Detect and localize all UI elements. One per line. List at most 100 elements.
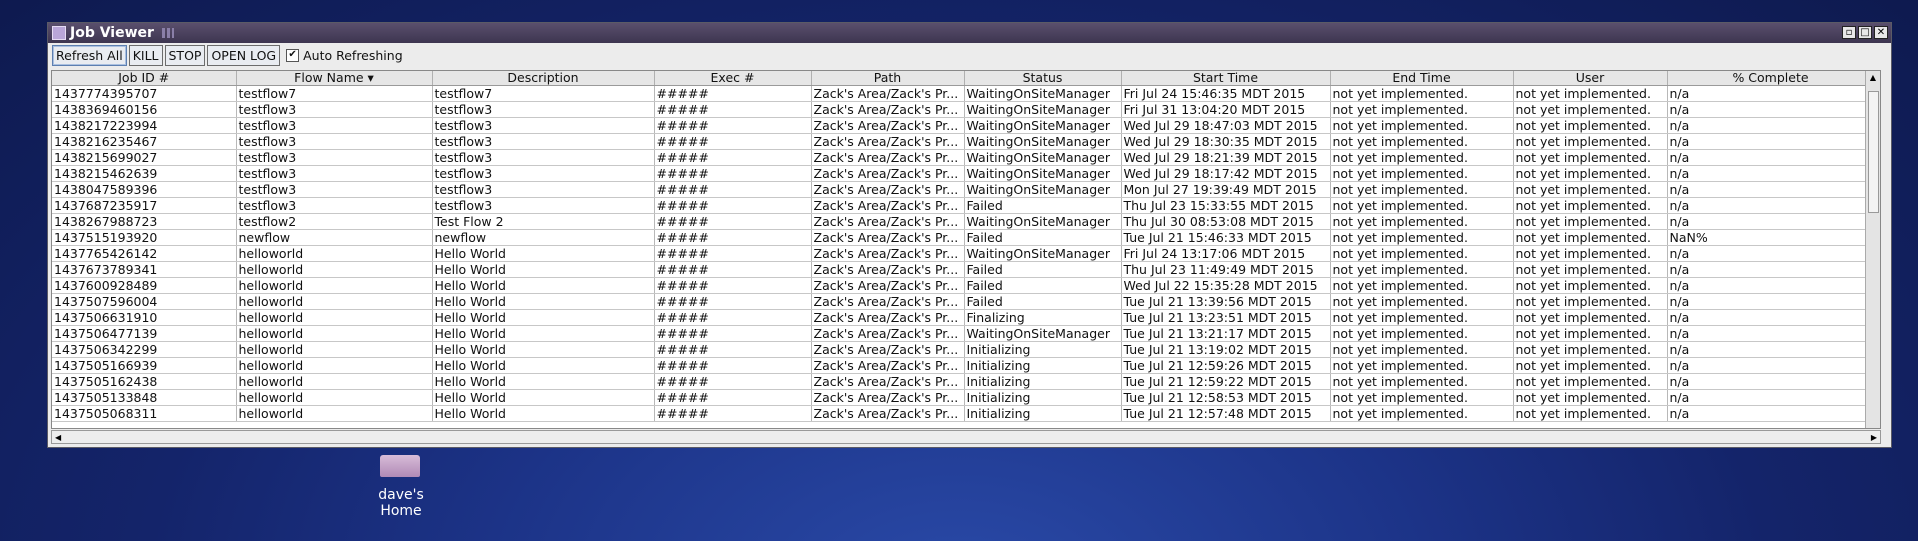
title-bar[interactable]: Job Viewer ▫ □ ✕ [48, 23, 1891, 43]
column-header[interactable]: Job ID # [52, 71, 237, 86]
table-row[interactable]: 1438216235467 testflow3 testflow3 ##### Zack… [52, 133, 1875, 150]
table-cell: not yet implemented. [1330, 149, 1514, 166]
table-cell: not yet implemented. [1330, 341, 1514, 358]
table-cell: Mon Jul 27 19:39:49 MDT 2015 [1121, 181, 1331, 198]
column-header[interactable]: End Time [1330, 71, 1514, 86]
table-cell: testflow3 [432, 181, 655, 198]
table-cell: ##### [654, 213, 812, 230]
table-cell: not yet implemented. [1513, 357, 1668, 374]
table-cell: Zack's Area/Zack's Pr... [811, 197, 965, 214]
table-row[interactable]: 1437507596004 helloworld Hello World ##### Z… [52, 293, 1875, 310]
table-cell: testflow2 [236, 213, 433, 230]
scroll-right-icon[interactable]: ▶ [1871, 433, 1877, 442]
column-header[interactable]: % Complete [1667, 71, 1875, 86]
scroll-up-icon[interactable]: ▲ [1866, 71, 1880, 85]
table-cell: Wed Jul 29 18:17:42 MDT 2015 [1121, 165, 1331, 182]
table-cell: Failed [964, 197, 1122, 214]
table-cell: testflow3 [236, 197, 433, 214]
table-row[interactable]: 1438047589396 testflow3 testflow3 ##### Zack… [52, 181, 1875, 198]
home-folder-icon[interactable] [380, 455, 420, 477]
home-folder-label[interactable]: dave's Home [356, 487, 446, 519]
table-cell: Failed [964, 293, 1122, 310]
table-row[interactable]: 1437505133848 helloworld Hello World ##### Z… [52, 389, 1875, 406]
column-header[interactable]: Status [964, 71, 1122, 86]
table-cell: newflow [432, 229, 655, 246]
table-cell: not yet implemented. [1330, 389, 1514, 406]
kill-button[interactable]: KILL [128, 44, 163, 66]
table-cell: Zack's Area/Zack's Pr... [811, 101, 965, 118]
table-cell: testflow3 [236, 117, 433, 134]
table-cell: testflow3 [236, 101, 433, 118]
table-row[interactable]: 1437505166939 helloworld Hello World ##### Z… [52, 357, 1875, 374]
table-cell: testflow3 [432, 165, 655, 182]
table-row[interactable]: 1437687235917 testflow3 testflow3 ##### Zack… [52, 197, 1875, 214]
table-row[interactable]: 1437673789341 helloworld Hello World ##### Z… [52, 261, 1875, 278]
jobs-table-container: Job ID # Flow Name ▾ Description Exec # Path… [51, 70, 1881, 429]
minimize-button[interactable]: ▫ [1842, 26, 1856, 39]
table-cell: WaitingOnSiteManager [964, 165, 1122, 182]
table-cell: WaitingOnSiteManager [964, 181, 1122, 198]
auto-refreshing-checkbox[interactable]: ✔ Auto Refreshing [286, 48, 403, 63]
table-cell: Zack's Area/Zack's Pr... [811, 133, 965, 150]
table-cell: Hello World [432, 341, 655, 358]
column-header[interactable]: Flow Name ▾ [236, 71, 433, 86]
maximize-button[interactable]: □ [1858, 26, 1872, 39]
table-row[interactable]: 1438369460156 testflow3 testflow3 ##### Zack… [52, 101, 1875, 118]
table-row[interactable]: 1437774395707 testflow7 testflow7 ##### Zack… [52, 85, 1875, 102]
column-header[interactable]: Description [432, 71, 655, 86]
table-cell: helloworld [236, 373, 433, 390]
table-cell: WaitingOnSiteManager [964, 213, 1122, 230]
table-row[interactable]: 1437765426142 helloworld Hello World ##### Z… [52, 245, 1875, 262]
column-header[interactable]: Start Time [1121, 71, 1331, 86]
table-cell: helloworld [236, 245, 433, 262]
table-cell: not yet implemented. [1330, 357, 1514, 374]
table-cell: not yet implemented. [1330, 213, 1514, 230]
table-cell: testflow3 [236, 181, 433, 198]
table-row[interactable]: 1438217223994 testflow3 testflow3 ##### Zack… [52, 117, 1875, 134]
table-cell: 1438267988723 [52, 213, 237, 230]
table-row[interactable]: 1437506342299 helloworld Hello World ##### Z… [52, 341, 1875, 358]
table-row[interactable]: 1438215699027 testflow3 testflow3 ##### Zack… [52, 149, 1875, 166]
table-cell: Wed Jul 22 15:35:28 MDT 2015 [1121, 277, 1331, 294]
table-cell: NaN% [1667, 229, 1875, 246]
table-cell: n/a [1667, 181, 1875, 198]
table-cell: n/a [1667, 405, 1875, 422]
table-cell: WaitingOnSiteManager [964, 133, 1122, 150]
table-cell: n/a [1667, 213, 1875, 230]
table-cell: n/a [1667, 341, 1875, 358]
table-row[interactable]: 1438215462639 testflow3 testflow3 ##### Zack… [52, 165, 1875, 182]
table-cell: ##### [654, 197, 812, 214]
table-cell: Hello World [432, 261, 655, 278]
table-row[interactable]: 1438267988723 testflow2 Test Flow 2 ##### Za… [52, 213, 1875, 230]
table-cell: n/a [1667, 165, 1875, 182]
table-row[interactable]: 1437506477139 helloworld Hello World ##### Z… [52, 325, 1875, 342]
table-row[interactable]: 1437506631910 helloworld Hello World ##### Z… [52, 309, 1875, 326]
table-cell: ##### [654, 149, 812, 166]
table-cell: not yet implemented. [1330, 373, 1514, 390]
stop-button[interactable]: STOP [164, 44, 206, 66]
table-row[interactable]: 1437515193920 newflow newflow ##### Zack's A… [52, 229, 1875, 246]
table-cell: Zack's Area/Zack's Pr... [811, 341, 965, 358]
table-cell: n/a [1667, 117, 1875, 134]
column-header[interactable]: Path [811, 71, 965, 86]
table-row[interactable]: 1437505068311 helloworld Hello World ##### Z… [52, 405, 1875, 422]
table-cell: 1437774395707 [52, 85, 237, 102]
table-cell: not yet implemented. [1513, 373, 1668, 390]
table-cell: Initializing [964, 341, 1122, 358]
refresh-all-button[interactable]: Refresh All [52, 44, 127, 66]
column-header[interactable]: Exec # [654, 71, 812, 86]
horizontal-scrollbar[interactable]: ◀ ▶ [51, 430, 1881, 444]
open-log-button[interactable]: OPEN LOG [207, 44, 281, 66]
scroll-left-icon[interactable]: ◀ [55, 433, 61, 442]
vertical-scroll-thumb[interactable] [1868, 91, 1879, 213]
table-row[interactable]: 1437505162438 helloworld Hello World ##### Z… [52, 373, 1875, 390]
vertical-scrollbar[interactable]: ▲ [1865, 71, 1880, 428]
close-button[interactable]: ✕ [1874, 26, 1888, 39]
table-cell: Hello World [432, 309, 655, 326]
table-cell: Zack's Area/Zack's Pr... [811, 117, 965, 134]
table-cell: Failed [964, 277, 1122, 294]
table-row[interactable]: 1437600928489 helloworld Hello World ##### Z… [52, 277, 1875, 294]
table-cell: ##### [654, 261, 812, 278]
checkbox-check-icon[interactable]: ✔ [286, 48, 300, 62]
column-header[interactable]: User [1513, 71, 1668, 86]
